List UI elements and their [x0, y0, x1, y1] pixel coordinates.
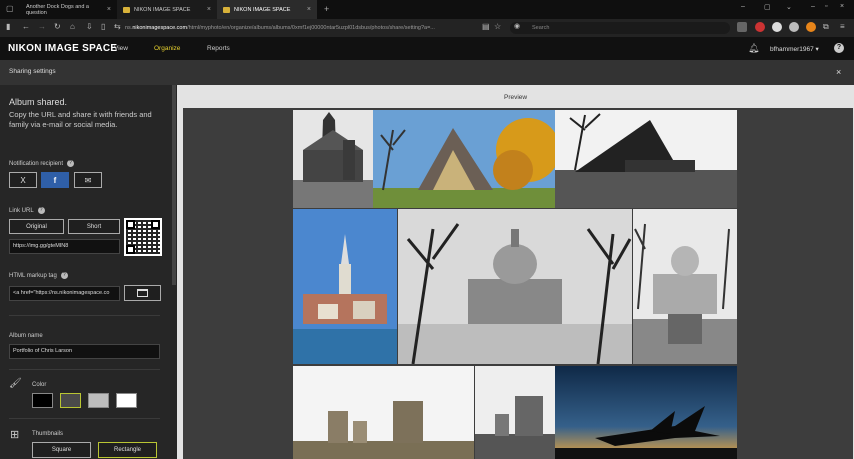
color-swatch-light-gray[interactable] [88, 393, 109, 408]
close-tab-icon[interactable]: × [307, 6, 311, 13]
restore-icon[interactable]: ▢ [764, 3, 771, 11]
site-settings-icon[interactable]: ⇆ [114, 22, 121, 31]
maximize-window-icon[interactable]: ▫ [825, 3, 827, 10]
tab-title: NIKON IMAGE SPACE [134, 6, 191, 13]
link-url-field[interactable]: https://img.gg/gteMIN8 [9, 239, 120, 254]
extension-icon[interactable] [772, 22, 782, 32]
menu-reports[interactable]: Reports [207, 45, 230, 52]
favicon-icon [123, 6, 130, 13]
close-window-icon[interactable]: × [840, 3, 844, 10]
browser-tab-3-active[interactable]: NIKON IMAGE SPACE × [217, 0, 317, 19]
divider [9, 315, 160, 316]
extension-icon[interactable] [806, 22, 816, 32]
copy-code-button[interactable] [124, 285, 161, 301]
bookmark-icon[interactable]: ▯ [101, 22, 105, 31]
forward-icon[interactable]: → [38, 22, 46, 31]
sharing-settings-title: Sharing settings [9, 68, 56, 75]
back-icon[interactable]: ← [22, 22, 30, 31]
help-icon[interactable]: ? [60, 272, 68, 279]
menu-organize[interactable]: Organize [154, 45, 180, 52]
url-field[interactable]: ns.nikonimagespace.com/html/myphoto/en/o… [125, 22, 505, 34]
close-tab-icon[interactable]: × [107, 6, 111, 13]
home-icon[interactable]: ⌂ [70, 22, 75, 31]
user-menu[interactable]: bfhammer1967 ▾ [770, 45, 819, 53]
divider [9, 369, 160, 370]
color-swatch-black[interactable] [32, 393, 53, 408]
photo-jet-sunset[interactable] [555, 366, 737, 459]
photo-chapel-autumn[interactable] [373, 110, 555, 208]
menu-icon[interactable]: ≡ [840, 22, 845, 31]
browser-tab-bar: ▢ Another Dock Dogs and a question × NIK… [0, 0, 854, 19]
sharing-settings-header: Sharing settings × [0, 60, 854, 85]
sidebar-scrollbar[interactable] [172, 85, 176, 285]
share-facebook-button[interactable]: f [41, 172, 69, 188]
browser-tab-1[interactable]: Another Dock Dogs and a question × [0, 0, 117, 19]
extensions-icon[interactable]: ⧉ [823, 22, 829, 32]
html-markup-label: HTML markup tag? [9, 272, 68, 279]
photo-steeple-town[interactable] [293, 209, 397, 364]
photo-castle-ruins[interactable] [293, 366, 474, 459]
album-shared-heading: Album shared. [9, 97, 68, 107]
photo-ruins-bw[interactable] [475, 366, 555, 459]
grid-icon: ⊞ [10, 429, 20, 441]
favicon-icon [223, 6, 230, 13]
reader-icon[interactable]: ▤ [482, 22, 490, 31]
tab-title: Another Dock Dogs and a question [26, 3, 89, 16]
close-icon[interactable]: × [836, 67, 841, 77]
photo-capitol-winter[interactable] [633, 209, 737, 364]
color-swatch-white[interactable] [116, 393, 137, 408]
menu-view[interactable]: View [114, 45, 128, 52]
divider [9, 418, 160, 419]
color-swatch-dark-gray[interactable] [60, 393, 81, 408]
download-icon[interactable]: ⇩ [86, 22, 93, 31]
browser-tab-2[interactable]: NIKON IMAGE SPACE × [117, 0, 217, 19]
app-header [0, 37, 854, 60]
tab-menu-icon[interactable]: ▢ [6, 4, 14, 13]
star-icon[interactable]: ☆ [494, 22, 501, 31]
photo-church[interactable] [293, 110, 373, 208]
help-icon[interactable]: ? [67, 160, 75, 167]
thumbnail-rectangle-button[interactable]: Rectangle [98, 442, 157, 458]
bell-icon[interactable]: 🔔︎ [748, 43, 759, 54]
html-markup-field[interactable]: <a href="https://ns.nikonimagespace.co [9, 286, 120, 301]
help-icon[interactable]: ? [834, 43, 844, 53]
thumbnail-square-button[interactable]: Square [32, 442, 91, 458]
color-label: Color [32, 382, 47, 388]
mail-extension-icon[interactable] [737, 22, 747, 32]
extension-icon[interactable] [789, 22, 799, 32]
qr-code-image [124, 218, 162, 256]
brush-icon: 🖌︎ [9, 378, 22, 389]
link-url-label: Link URL? [9, 207, 45, 214]
share-x-button[interactable]: X [9, 172, 37, 188]
new-tab-icon[interactable]: + [324, 4, 329, 14]
notification-label: Notification recipient? [9, 160, 75, 167]
close-tab-icon[interactable]: × [207, 6, 211, 13]
thumbnails-label: Thumbnails [32, 431, 64, 437]
sidebar-toggle-icon[interactable]: ▮ [6, 22, 10, 31]
album-name-label: Album name [9, 333, 43, 339]
photo-modern-chapel-bw[interactable] [555, 110, 737, 208]
minimize-window-icon[interactable]: – [811, 3, 815, 10]
help-icon[interactable]: ? [37, 207, 45, 214]
tab-title: NIKON IMAGE SPACE [234, 6, 291, 13]
preview-label: Preview [504, 94, 528, 101]
search-field[interactable]: Search [510, 22, 730, 34]
photo-capitol-bw[interactable] [398, 209, 632, 364]
share-description: Copy the URL and share it with friends a… [9, 110, 152, 129]
album-name-field[interactable]: Portfolio of Chris Larson [9, 344, 160, 359]
share-mail-button[interactable]: ✉ [74, 172, 102, 188]
window-icon [137, 289, 148, 297]
app-logo[interactable]: NIKON IMAGE SPACE [8, 43, 117, 54]
minimize-icon[interactable]: – [741, 3, 745, 10]
link-original-button[interactable]: Original [9, 219, 64, 234]
search-engine-icon[interactable]: ◉ [514, 22, 520, 30]
reload-icon[interactable]: ↻ [54, 22, 61, 31]
chevron-down-icon[interactable]: ⌄ [786, 3, 792, 11]
link-short-button[interactable]: Short [68, 219, 120, 234]
extension-icon[interactable] [755, 22, 765, 32]
